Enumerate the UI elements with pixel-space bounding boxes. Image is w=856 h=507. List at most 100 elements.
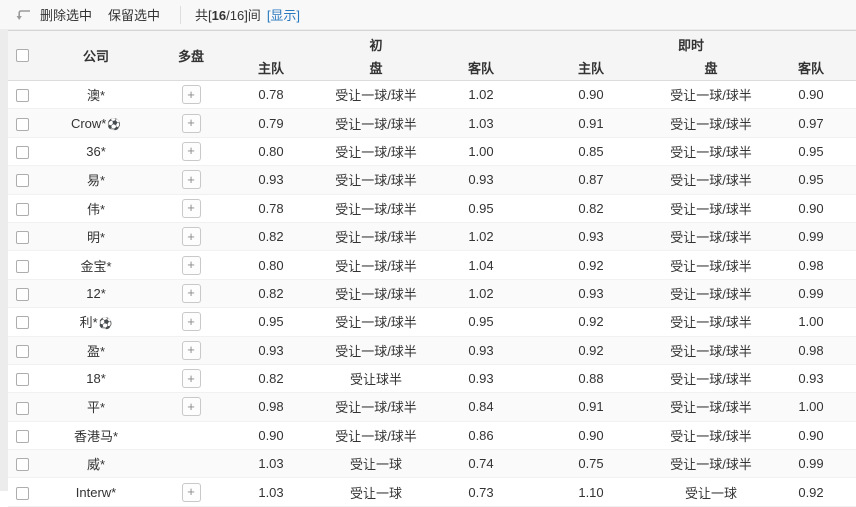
row-checkbox[interactable] <box>16 373 29 386</box>
header-live-label: 即时 <box>526 31 856 55</box>
table-row: 明*+0.82受让一球/球半1.020.93受让一球/球半0.99 <box>8 223 856 251</box>
row-checkbox-cell <box>8 201 36 216</box>
init-handicap: 受让一球/球半 <box>316 170 436 189</box>
init-handicap: 受让一球/球半 <box>316 312 436 331</box>
expand-multi-odds-button[interactable]: + <box>182 142 201 161</box>
row-checkbox[interactable] <box>16 458 29 471</box>
live-home-odds: 0.82 <box>526 201 656 216</box>
init-handicap: 受让一球/球半 <box>316 227 436 246</box>
expand-multi-odds-button[interactable]: + <box>182 312 201 331</box>
expand-multi-odds-button[interactable]: + <box>182 114 201 133</box>
init-handicap: 受让一球/球半 <box>316 114 436 133</box>
expand-multi-odds-button[interactable]: + <box>182 397 201 416</box>
live-handicap: 受让一球/球半 <box>656 369 766 388</box>
row-checkbox[interactable] <box>16 203 29 216</box>
table-row: 18*+0.82受让球半0.930.88受让一球/球半0.93 <box>8 365 856 393</box>
soccer-ball-icon: ⚽ <box>107 119 121 131</box>
row-checkbox[interactable] <box>16 231 29 244</box>
multi-odds-cell: + <box>156 397 226 416</box>
expand-multi-odds-button[interactable]: + <box>182 341 201 360</box>
keep-selected-button[interactable]: 保留选中 <box>108 5 160 24</box>
live-away-odds: 0.98 <box>766 258 856 273</box>
multi-odds-cell: + <box>156 199 226 218</box>
row-checkbox[interactable] <box>16 118 29 131</box>
company-name: 平* <box>36 397 156 416</box>
live-handicap: 受让一球/球半 <box>656 199 766 218</box>
delete-selected-button[interactable]: 删除选中 <box>40 5 92 24</box>
row-checkbox[interactable] <box>16 288 29 301</box>
company-name: 盈* <box>36 341 156 360</box>
multi-odds-cell: + <box>156 284 226 303</box>
live-home-odds: 0.87 <box>526 172 656 187</box>
match-count-text: 共[16/16]间 <box>195 5 261 24</box>
live-home-odds: 0.85 <box>526 144 656 159</box>
company-name: 明* <box>36 227 156 246</box>
init-handicap: 受让球半 <box>316 369 436 388</box>
multi-odds-cell: + <box>156 312 226 331</box>
init-home-odds: 0.90 <box>226 428 316 443</box>
live-handicap: 受让一球/球半 <box>656 426 766 445</box>
table-header: 公司 多盘 初 主队 盘 客队 即时 主队 盘 客队 <box>8 31 856 81</box>
init-home-odds: 0.93 <box>226 343 316 358</box>
live-handicap: 受让一球/球半 <box>656 227 766 246</box>
multi-odds-cell: + <box>156 483 226 502</box>
toolbar: 删除选中 保留选中 共[16/16]间 [显示] <box>0 0 856 30</box>
row-checkbox-cell <box>8 144 36 159</box>
company-name: 18* <box>36 371 156 386</box>
multi-odds-cell: + <box>156 85 226 104</box>
live-handicap: 受让一球/球半 <box>656 142 766 161</box>
row-checkbox[interactable] <box>16 89 29 102</box>
company-name: 金宝* <box>36 256 156 275</box>
row-checkbox[interactable] <box>16 174 29 187</box>
company-name: 利*⚽ <box>36 312 156 331</box>
table-row: 盈*+0.93受让一球/球半0.930.92受让一球/球半0.98 <box>8 337 856 365</box>
row-checkbox-cell <box>8 116 36 131</box>
header-group-initial: 初 主队 盘 客队 <box>226 31 526 80</box>
live-home-odds: 0.92 <box>526 343 656 358</box>
multi-odds-cell: + <box>156 341 226 360</box>
init-handicap: 受让一球/球半 <box>316 199 436 218</box>
table-row: Crow*⚽+0.79受让一球/球半1.030.91受让一球/球半0.97 <box>8 109 856 137</box>
multi-odds-cell: + <box>156 256 226 275</box>
expand-multi-odds-button[interactable]: + <box>182 284 201 303</box>
init-handicap: 受让一球 <box>316 454 436 473</box>
expand-multi-odds-button[interactable]: + <box>182 369 201 388</box>
company-name: 易* <box>36 170 156 189</box>
show-link[interactable]: [显示] <box>267 5 300 24</box>
live-home-odds: 0.93 <box>526 229 656 244</box>
toolbar-divider <box>180 6 181 24</box>
init-away-odds: 0.86 <box>436 428 526 443</box>
live-handicap: 受让一球/球半 <box>656 114 766 133</box>
row-checkbox[interactable] <box>16 146 29 159</box>
company-name: 香港马* <box>36 426 156 445</box>
row-checkbox[interactable] <box>16 402 29 415</box>
row-checkbox[interactable] <box>16 487 29 500</box>
table-row: Interw*+1.03受让一球0.731.10受让一球0.92 <box>8 478 856 506</box>
init-away-odds: 0.93 <box>436 371 526 386</box>
expand-multi-odds-button[interactable]: + <box>182 483 201 502</box>
live-handicap: 受让一球/球半 <box>656 397 766 416</box>
init-home-odds: 0.78 <box>226 201 316 216</box>
header-live-handicap: 盘 <box>656 55 766 80</box>
select-all-checkbox[interactable] <box>16 49 29 62</box>
row-checkbox[interactable] <box>16 260 29 273</box>
expand-multi-odds-button[interactable]: + <box>182 170 201 189</box>
live-home-odds: 0.92 <box>526 314 656 329</box>
table-row: 利*⚽+0.95受让一球/球半0.950.92受让一球/球半1.00 <box>8 308 856 336</box>
expand-multi-odds-button[interactable]: + <box>182 85 201 104</box>
init-home-odds: 0.78 <box>226 87 316 102</box>
init-home-odds: 0.79 <box>226 116 316 131</box>
table-body: 澳*+0.78受让一球/球半1.020.90受让一球/球半0.90Crow*⚽+… <box>8 81 856 507</box>
expand-multi-odds-button[interactable]: + <box>182 256 201 275</box>
live-handicap: 受让一球/球半 <box>656 284 766 303</box>
header-initial-label: 初 <box>226 31 526 55</box>
row-checkbox[interactable] <box>16 430 29 443</box>
expand-multi-odds-button[interactable]: + <box>182 199 201 218</box>
init-away-odds: 0.74 <box>436 456 526 471</box>
live-away-odds: 1.00 <box>766 314 856 329</box>
live-away-odds: 0.90 <box>766 201 856 216</box>
live-home-odds: 0.75 <box>526 456 656 471</box>
row-checkbox[interactable] <box>16 345 29 358</box>
expand-multi-odds-button[interactable]: + <box>182 227 201 246</box>
row-checkbox[interactable] <box>16 316 29 329</box>
